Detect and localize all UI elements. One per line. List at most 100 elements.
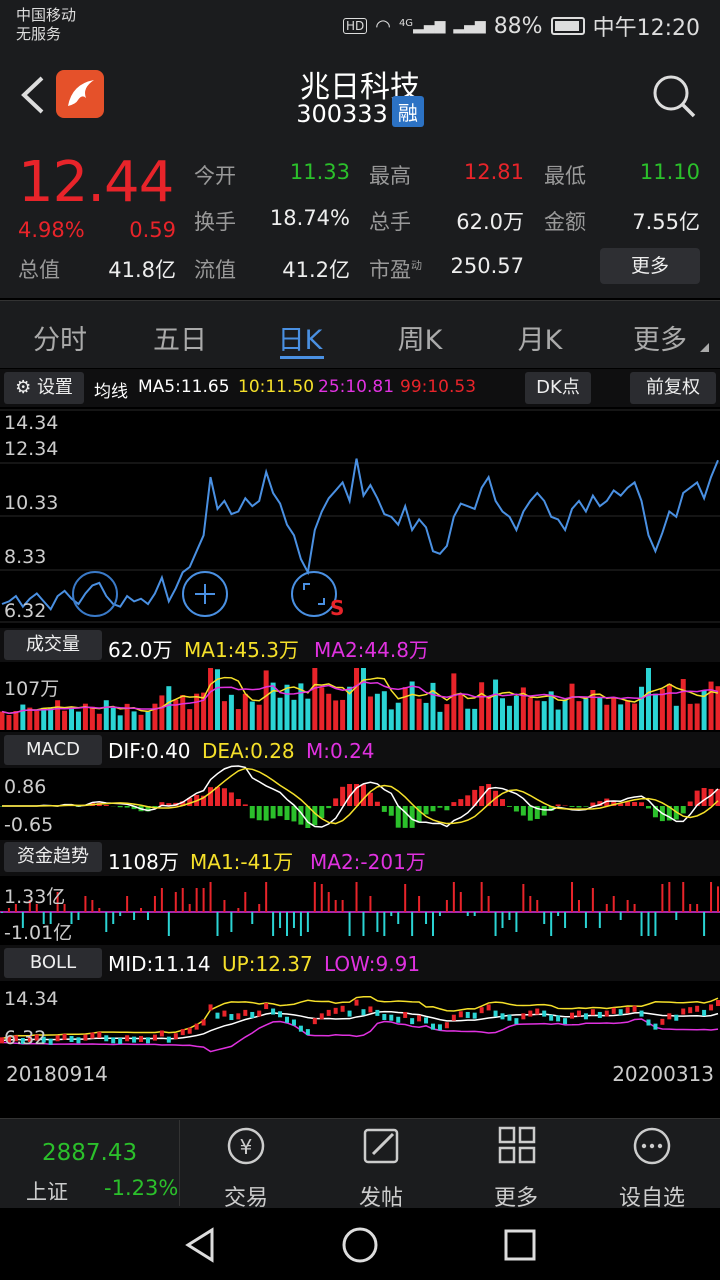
volume-bar	[360, 668, 366, 730]
boll-candle	[180, 1029, 185, 1036]
volume-bar	[513, 695, 519, 730]
fund-bar	[230, 912, 233, 932]
macd-histogram-bar	[541, 806, 547, 816]
fund-bar	[237, 908, 240, 912]
boll-candle	[111, 1037, 116, 1044]
fund-bar	[84, 896, 87, 912]
volume-bar	[305, 698, 311, 730]
fund-bar	[133, 912, 136, 920]
fund-bar	[682, 882, 685, 912]
boll-candle	[222, 1010, 227, 1017]
volume-bar	[472, 708, 478, 730]
zoom-out-icon[interactable]	[72, 571, 118, 617]
volume-bar	[569, 683, 575, 730]
boll-candle	[590, 1009, 595, 1016]
boll-candle	[556, 1015, 561, 1022]
volume-bar	[326, 693, 332, 730]
volume-bar	[506, 705, 512, 730]
boll-candle	[55, 1035, 60, 1042]
fund-bar	[355, 882, 358, 912]
boll-candle	[549, 1014, 554, 1021]
macd-histogram-bar	[381, 806, 387, 812]
trade-yen-icon: ¥	[227, 1127, 265, 1165]
volume-indicator-button[interactable]: 成交量	[4, 630, 102, 660]
volume-bar	[680, 679, 686, 730]
boll-axis-bottom: 6.32	[4, 1027, 47, 1049]
volume-bar	[458, 694, 464, 730]
volume-bar	[228, 694, 234, 730]
fund-bar	[119, 912, 122, 916]
index-change: -1.23%	[104, 1176, 179, 1200]
macd-histogram-bar	[270, 806, 276, 819]
boll-candle	[437, 1024, 442, 1031]
fund-bar	[452, 882, 455, 912]
volume-bar	[117, 715, 123, 730]
volume-bar	[465, 708, 471, 730]
fund-bar	[369, 896, 372, 912]
macd-histogram-bar	[228, 792, 234, 806]
fund-bar	[445, 900, 448, 912]
fund-current: 1108万	[108, 850, 179, 874]
fund-bar	[640, 912, 643, 936]
boll-candle	[695, 1005, 700, 1012]
macd-histogram-bar	[124, 806, 130, 808]
boll-candle	[48, 1038, 53, 1045]
fund-ma2: MA2:-201万	[310, 850, 426, 874]
fund-bar	[577, 900, 580, 912]
nav-back-icon[interactable]	[185, 1227, 214, 1263]
index-ticker[interactable]: 2887.43 上证 -1.23%	[0, 1120, 180, 1206]
nav-home-icon[interactable]	[342, 1227, 378, 1263]
boll-candle	[688, 1007, 693, 1014]
boll-mid: MID:11.14	[108, 952, 211, 976]
fund-bar	[689, 904, 692, 912]
volume-bar	[402, 687, 408, 730]
volume-bar	[388, 709, 394, 730]
volume-ma1: MA1:45.3万	[184, 638, 299, 662]
price-line	[1, 458, 719, 612]
boll-candle	[250, 1011, 255, 1018]
volume-bar	[493, 679, 499, 730]
volume-bar	[354, 668, 360, 730]
boll-candle	[194, 1023, 199, 1030]
boll-candle	[257, 1010, 262, 1017]
boll-candle	[69, 1035, 74, 1042]
fund-bar	[112, 912, 115, 924]
volume-bar	[451, 673, 457, 730]
volume-bar	[34, 710, 40, 730]
macd-histogram-bar	[242, 804, 248, 806]
volume-bar	[395, 702, 401, 730]
volume-bar	[284, 684, 290, 730]
fund-bar	[425, 912, 428, 924]
boll-candle	[340, 1005, 345, 1012]
zoom-in-control[interactable]	[182, 571, 228, 617]
macd-indicator-button[interactable]: MACD	[4, 735, 102, 765]
macd-histogram-bar	[569, 806, 575, 807]
fund-bar	[223, 900, 226, 912]
fund-bar	[668, 882, 671, 912]
macd-histogram-bar	[444, 806, 450, 811]
fund-trend-button[interactable]: 资金趋势	[4, 842, 102, 872]
volume-bar	[618, 704, 624, 730]
volume-ma2-line	[1, 681, 719, 715]
boll-candle	[403, 1011, 408, 1018]
svg-text:¥: ¥	[240, 1135, 253, 1159]
volume-bar	[708, 681, 714, 730]
fund-bar	[320, 884, 323, 912]
volume-bar	[277, 697, 283, 730]
nav-recents-icon[interactable]	[504, 1229, 536, 1261]
boll-candle	[215, 1012, 220, 1019]
boll-indicator-button[interactable]: BOLL	[4, 948, 102, 978]
volume-bar	[41, 707, 47, 730]
grid-icon	[498, 1126, 536, 1164]
boll-candle	[208, 1004, 213, 1011]
fund-bar	[661, 884, 664, 912]
boll-candle	[646, 1019, 651, 1026]
boll-candle	[493, 1010, 498, 1017]
volume-bar	[687, 703, 693, 730]
boll-up: UP:12.37	[222, 952, 313, 976]
boll-low: LOW:9.91	[324, 952, 421, 976]
volume-bar	[583, 698, 589, 730]
fund-bar	[494, 912, 497, 936]
macd-histogram-bar	[402, 806, 408, 828]
macd-dif-line	[2, 765, 719, 828]
